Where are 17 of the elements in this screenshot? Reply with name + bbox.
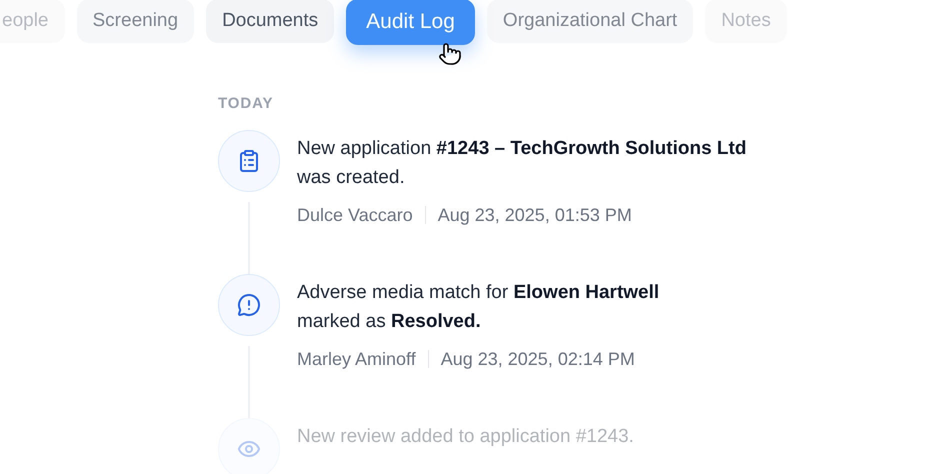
entry-text: New review added to application #1243. — [297, 424, 634, 448]
tab[interactable]: Documents — [206, 0, 334, 43]
tab[interactable]: Audit Log — [346, 0, 475, 45]
hand-pointer-icon — [438, 41, 462, 67]
entry-timestamp: Aug 23, 2025, 02:14 PM — [440, 348, 635, 371]
clipboard-icon — [237, 148, 261, 172]
tab[interactable]: Screening — [76, 0, 194, 43]
entry-text: marked as Resolved. — [297, 310, 481, 334]
section-heading: TODAY — [218, 94, 274, 114]
tab[interactable]: Organizational Chart — [486, 0, 694, 43]
alert-bubble-icon — [237, 292, 261, 316]
entry-timestamp: Aug 23, 2025, 01:53 PM — [438, 204, 632, 227]
entry-author: Dulce Vaccaro — [297, 204, 413, 226]
entry-text: Adverse media match for Elowen Hartwell — [297, 280, 660, 304]
entry-text: was created. — [297, 166, 405, 190]
entry-author: Marley Aminoff — [297, 348, 416, 371]
entry-text: New application #1243 – TechGrowth Solutions Ltd — [297, 136, 746, 160]
